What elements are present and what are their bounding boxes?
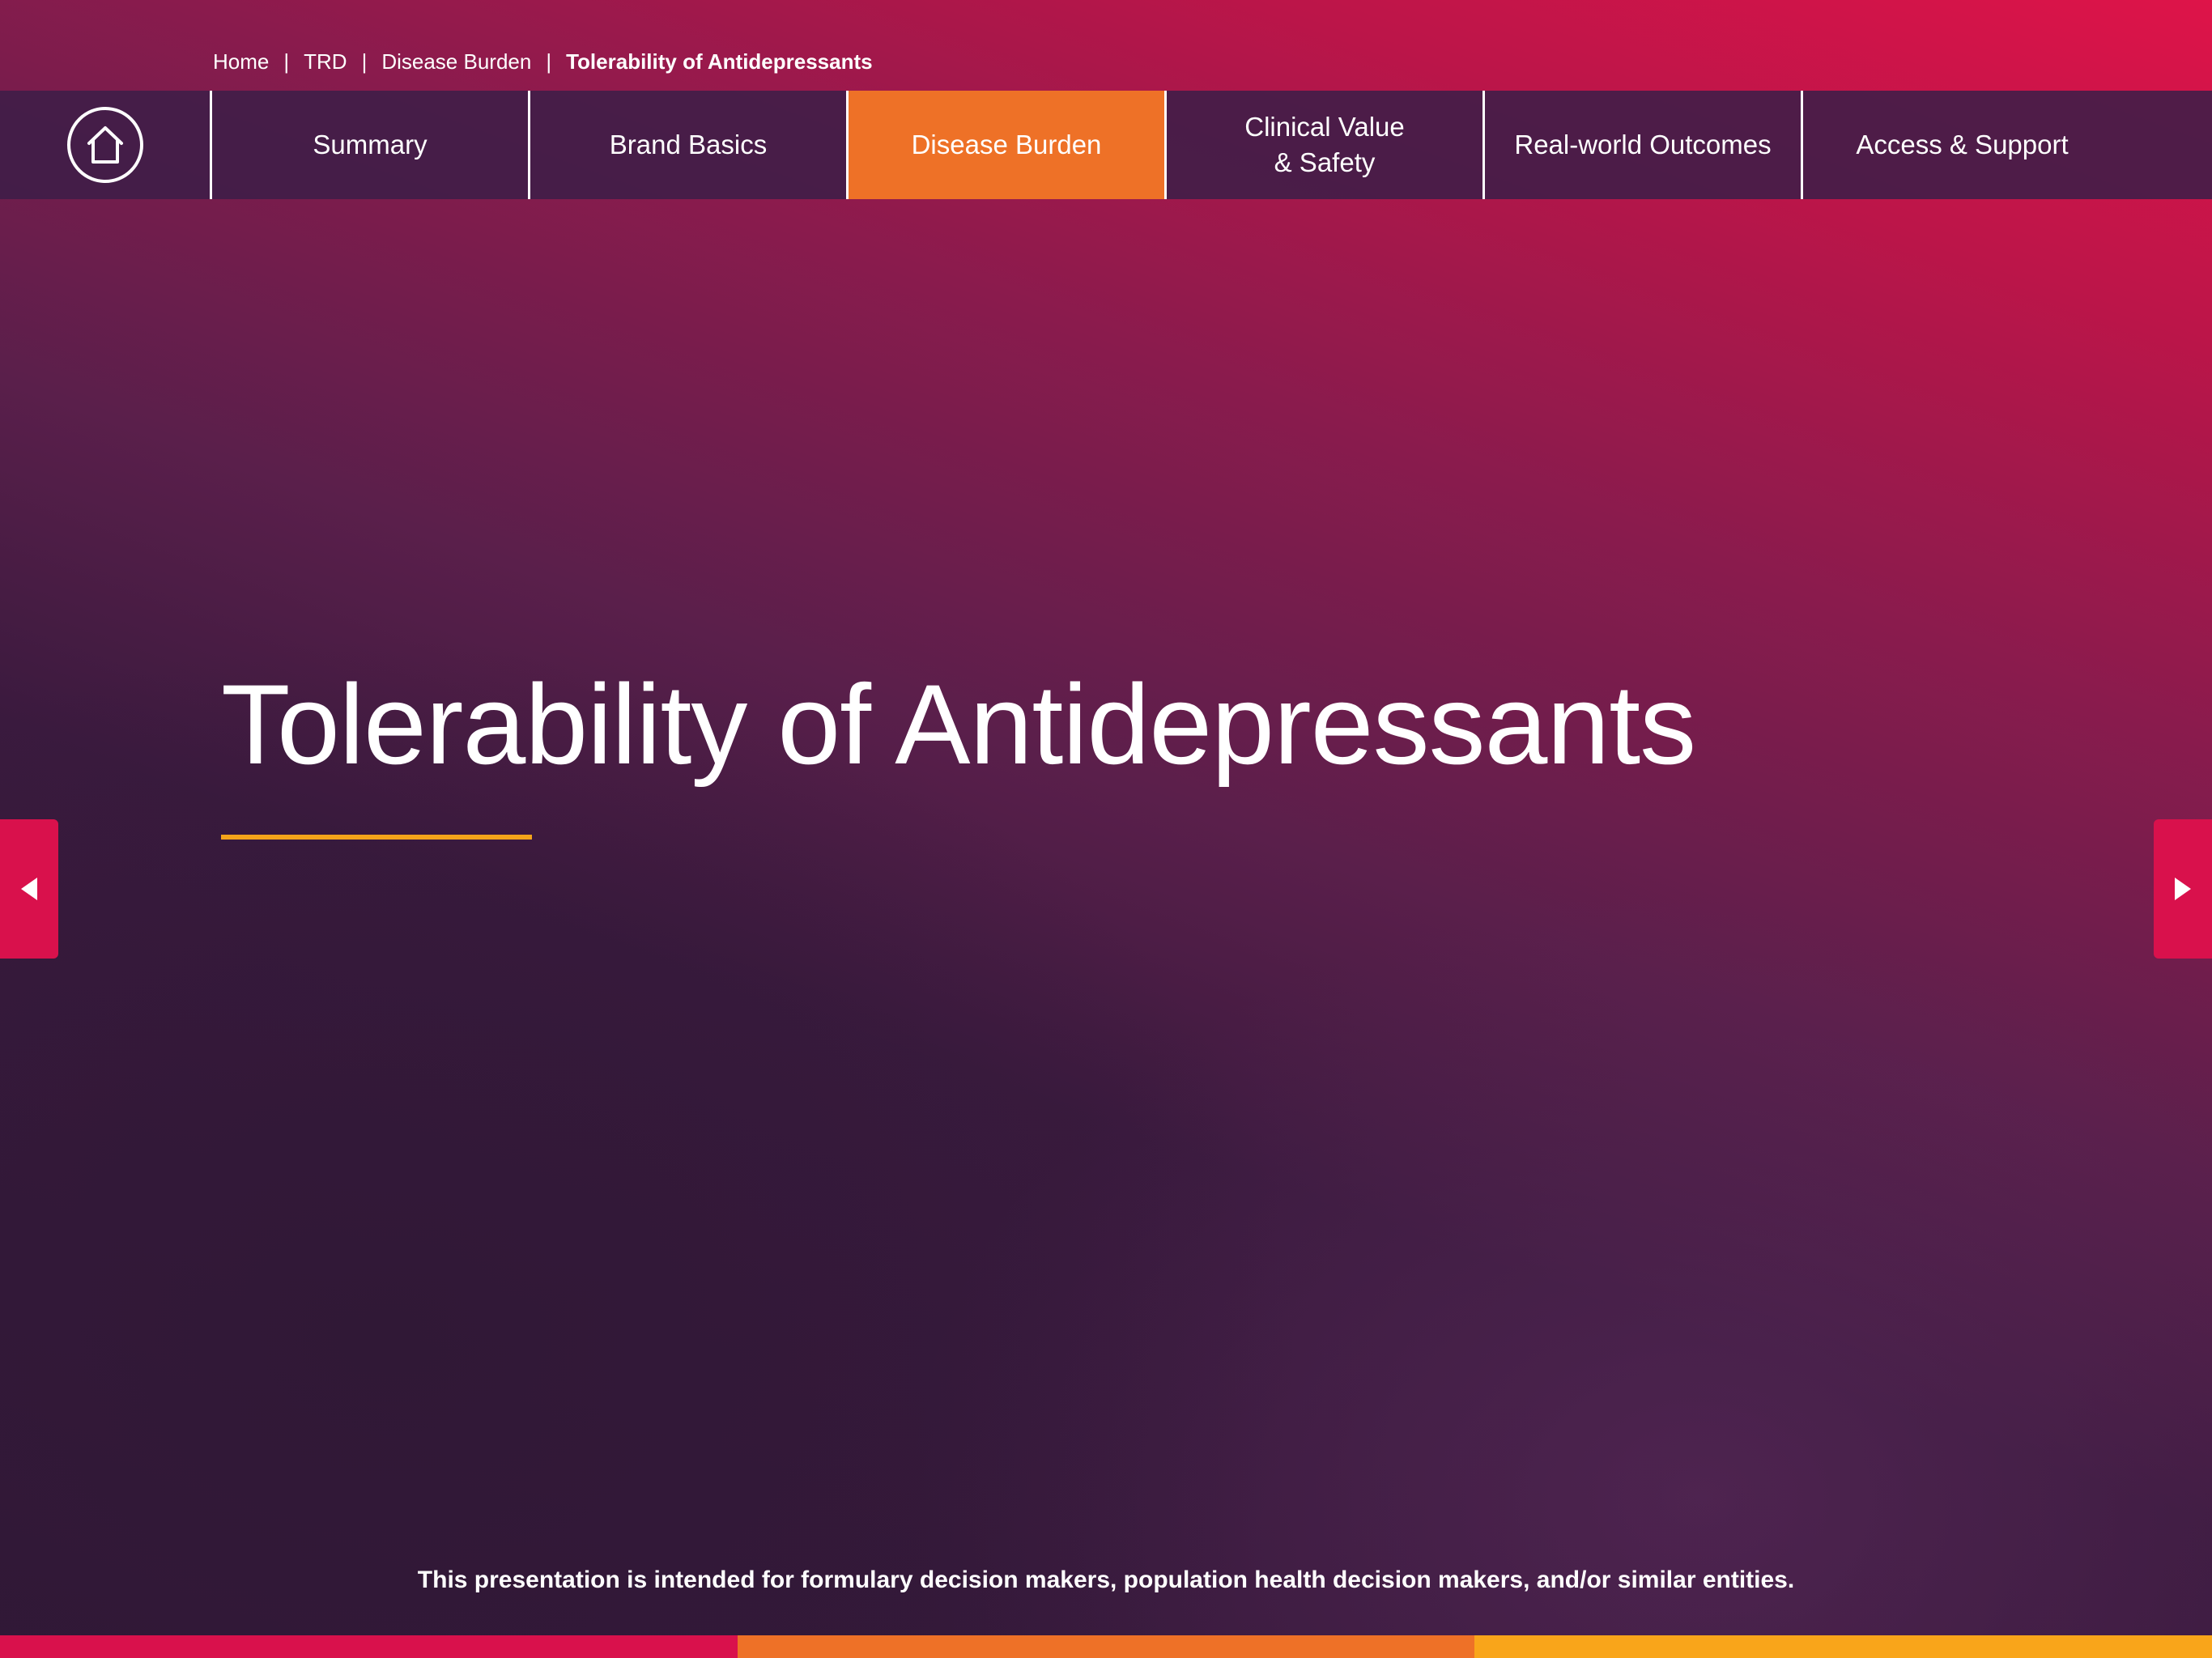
nav-tab-brand-basics[interactable]: Brand Basics: [530, 91, 849, 199]
nav-tab-label: Access & Support: [1856, 130, 2069, 159]
breadcrumb-separator: |: [283, 49, 290, 74]
title-underline: [221, 835, 532, 840]
nav-tab-clinical-value-safety[interactable]: Clinical Value & Safety: [1167, 91, 1485, 199]
bottom-bar-segment-gold: [1474, 1635, 2212, 1658]
triangle-left-icon: [21, 878, 37, 900]
nav-tab-real-world-outcomes[interactable]: Real-world Outcomes: [1485, 91, 1803, 199]
next-slide-button[interactable]: [2154, 819, 2212, 959]
nav-tab-summary[interactable]: Summary: [212, 91, 530, 199]
breadcrumb-home[interactable]: Home: [213, 49, 269, 74]
main-navigation: Summary Brand Basics Disease Burden Clin…: [0, 91, 2212, 199]
breadcrumb-trd[interactable]: TRD: [304, 49, 347, 74]
previous-slide-button[interactable]: [0, 819, 58, 959]
nav-tab-label: Summary: [313, 130, 428, 159]
nav-tab-label: Disease Burden: [911, 130, 1102, 159]
nav-tab-label: Brand Basics: [609, 130, 768, 159]
page-title: Tolerability of Antidepressants: [221, 661, 1696, 788]
home-button[interactable]: [0, 91, 212, 199]
nav-tab-disease-burden[interactable]: Disease Burden: [849, 91, 1167, 199]
breadcrumb-current: Tolerability of Antidepressants: [566, 49, 873, 74]
breadcrumb-disease-burden[interactable]: Disease Burden: [381, 49, 531, 74]
bottom-bar-segment-red: [0, 1635, 738, 1658]
breadcrumb-separator: |: [361, 49, 368, 74]
home-icon: [66, 107, 143, 183]
bottom-color-bar: [0, 1635, 2212, 1658]
breadcrumb-separator: |: [546, 49, 552, 74]
triangle-right-icon: [2175, 878, 2191, 900]
breadcrumb: Home | TRD | Disease Burden | Tolerabili…: [213, 47, 873, 76]
nav-tab-access-support[interactable]: Access & Support: [1803, 91, 2121, 199]
nav-tab-label: Clinical Value & Safety: [1244, 112, 1405, 177]
bottom-bar-segment-orange: [737, 1635, 1475, 1658]
nav-tab-label: Real-world Outcomes: [1514, 130, 1772, 159]
disclaimer-text: This presentation is intended for formul…: [417, 1567, 1795, 1593]
